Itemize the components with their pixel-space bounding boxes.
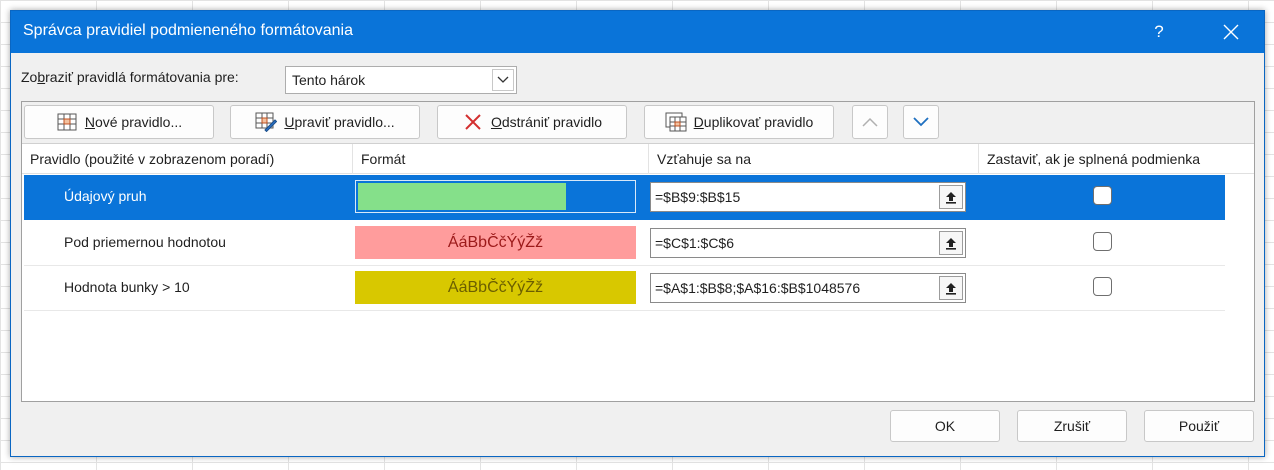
scope-dropdown[interactable]: Tento hárok <box>285 66 517 94</box>
stop-if-true-checkbox[interactable] <box>1093 232 1112 251</box>
applies-to-value: =$C$1:$C$6 <box>655 235 735 251</box>
rule-row[interactable]: Pod priemernou hodnotou ÁáBbČčÝýŽž =$C$1… <box>24 221 1225 266</box>
stop-if-true-checkbox[interactable] <box>1093 277 1112 296</box>
rule-name: Hodnota bunky > 10 <box>64 279 190 295</box>
duplicate-rule-icon <box>665 111 687 133</box>
help-icon: ? <box>1154 22 1164 41</box>
column-header-stop-if-true: Zastaviť, ak je splnená podmienka <box>978 144 1228 174</box>
column-header-format: Formát <box>352 144 648 174</box>
close-button[interactable] <box>1208 11 1254 53</box>
rule-row[interactable]: Hodnota bunky > 10 ÁáBbČčÝýŽž =$A$1:$B$8… <box>24 266 1225 311</box>
title-bar: Správca pravidiel podmieneného formátova… <box>11 11 1264 53</box>
chevron-down-icon <box>913 117 929 127</box>
delete-rule-label: Odstrániť pravidlo <box>490 114 603 130</box>
delete-icon <box>462 111 484 133</box>
edit-rule-button[interactable]: Upraviť pravidlo... <box>230 105 420 139</box>
stop-if-true-checkbox[interactable] <box>1093 186 1112 205</box>
delete-rule-button[interactable]: Odstrániť pravidlo <box>437 105 627 139</box>
conditional-formatting-rules-manager-dialog: Správca pravidiel podmieneného formátova… <box>10 10 1265 457</box>
rules-table-header: Pravidlo (použité v zobrazenom poradí) F… <box>22 144 1254 174</box>
collapse-arrow-icon <box>946 237 956 250</box>
collapse-arrow-icon <box>946 191 956 204</box>
rules-panel: Nové pravidlo... Upraviť pravidlo... Ods… <box>21 101 1255 402</box>
applies-to-field[interactable]: =$C$1:$C$6 <box>650 228 966 258</box>
cancel-button[interactable]: Zrušiť <box>1017 410 1127 442</box>
help-button[interactable]: ? <box>1136 11 1182 53</box>
dialog-title: Správca pravidiel podmieneného formátova… <box>23 22 353 39</box>
show-rules-label: Zobraziť pravidlá formátovania pre: <box>21 69 239 85</box>
rule-row[interactable]: Údajový pruh =$B$9:$B$15 <box>24 175 1225 220</box>
dropdown-arrow[interactable] <box>492 69 514 91</box>
collapse-range-button[interactable] <box>939 276 963 300</box>
move-up-button[interactable] <box>852 105 888 139</box>
chevron-up-icon <box>862 117 878 127</box>
collapse-range-button[interactable] <box>939 231 963 255</box>
rule-name: Údajový pruh <box>64 188 147 204</box>
ok-button[interactable]: OK <box>890 410 1000 442</box>
apply-button[interactable]: Použiť <box>1144 410 1254 442</box>
format-preview: ÁáBbČčÝýŽž <box>355 271 636 304</box>
collapse-range-button[interactable] <box>939 185 963 209</box>
rule-name: Pod priemernou hodnotou <box>64 234 226 250</box>
applies-to-value: =$B$9:$B$15 <box>655 189 741 205</box>
move-down-button[interactable] <box>903 105 939 139</box>
duplicate-rule-button[interactable]: Duplikovať pravidlo <box>644 105 834 139</box>
duplicate-rule-label: Duplikovať pravidlo <box>693 114 814 130</box>
new-rule-icon <box>56 111 78 133</box>
close-icon <box>1223 24 1239 40</box>
chevron-down-icon <box>497 76 509 83</box>
applies-to-value: =$A$1:$B$8;$A$16:$B$1048576 <box>655 280 861 296</box>
applies-to-field[interactable]: =$B$9:$B$15 <box>650 182 966 212</box>
column-header-applies-to: Vzťahuje sa na <box>648 144 978 174</box>
data-bar-fill <box>358 183 566 210</box>
rules-toolbar: Nové pravidlo... Upraviť pravidlo... Ods… <box>22 102 1254 144</box>
collapse-arrow-icon <box>946 282 956 295</box>
new-rule-label: Nové pravidlo... <box>84 114 183 130</box>
new-rule-button[interactable]: Nové pravidlo... <box>24 105 214 139</box>
applies-to-field[interactable]: =$A$1:$B$8;$A$16:$B$1048576 <box>650 273 966 303</box>
scope-dropdown-value: Tento hárok <box>292 72 366 88</box>
format-preview-data-bar <box>355 180 636 213</box>
edit-rule-label: Upraviť pravidlo... <box>284 114 395 130</box>
edit-rule-icon <box>255 111 278 133</box>
column-header-rule: Pravidlo (použité v zobrazenom poradí) <box>30 151 275 167</box>
format-preview: ÁáBbČčÝýŽž <box>355 226 636 259</box>
